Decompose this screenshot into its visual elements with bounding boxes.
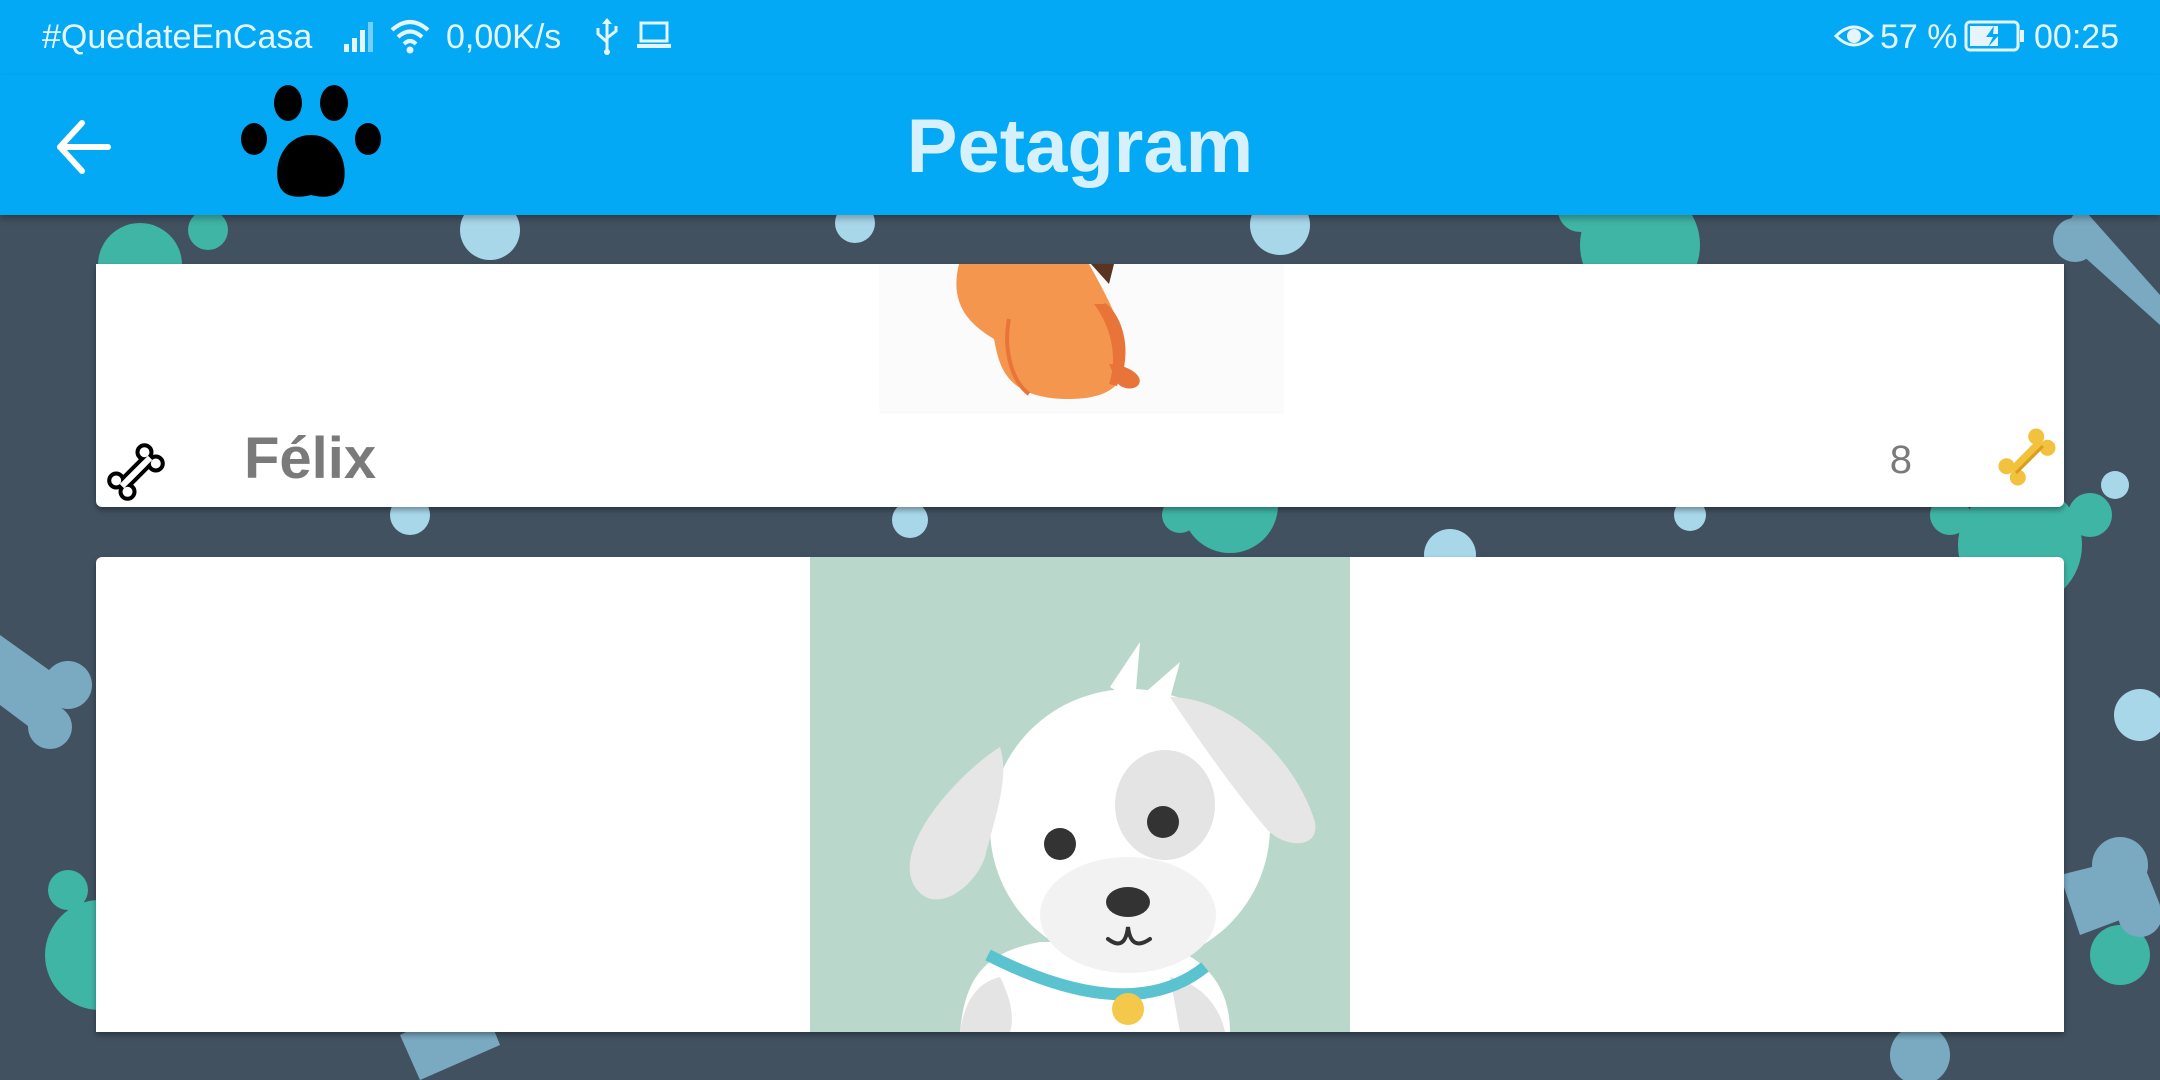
status-hashtag: #QuedateEnCasa xyxy=(42,18,313,56)
bone-icon[interactable] xyxy=(1994,424,2060,490)
network-speed: 0,00K/s xyxy=(446,18,562,56)
pet-photo xyxy=(810,557,1350,1032)
battery-percent: 57 % xyxy=(1880,18,1958,56)
app-title: Petagram xyxy=(906,104,1254,189)
usb-icon xyxy=(596,18,618,55)
bone-outline-icon[interactable] xyxy=(104,440,168,504)
laptop-icon xyxy=(637,21,671,48)
status-bar: #QuedateEnCasa 0,00K/s 57 % 00:25 xyxy=(0,0,2160,75)
pet-name: Félix xyxy=(244,426,377,491)
pet-card: Félix 8 xyxy=(96,264,2064,507)
battery-charging-icon xyxy=(1964,20,2024,52)
eye-icon xyxy=(1834,25,1874,47)
pet-photo xyxy=(879,264,1284,414)
pet-card xyxy=(96,557,2064,1032)
clock: 00:25 xyxy=(2034,18,2120,56)
signal-icon xyxy=(344,22,373,52)
like-count: 8 xyxy=(1889,438,1912,482)
app-bar: Petagram xyxy=(0,75,2160,215)
wifi-icon xyxy=(390,20,430,54)
